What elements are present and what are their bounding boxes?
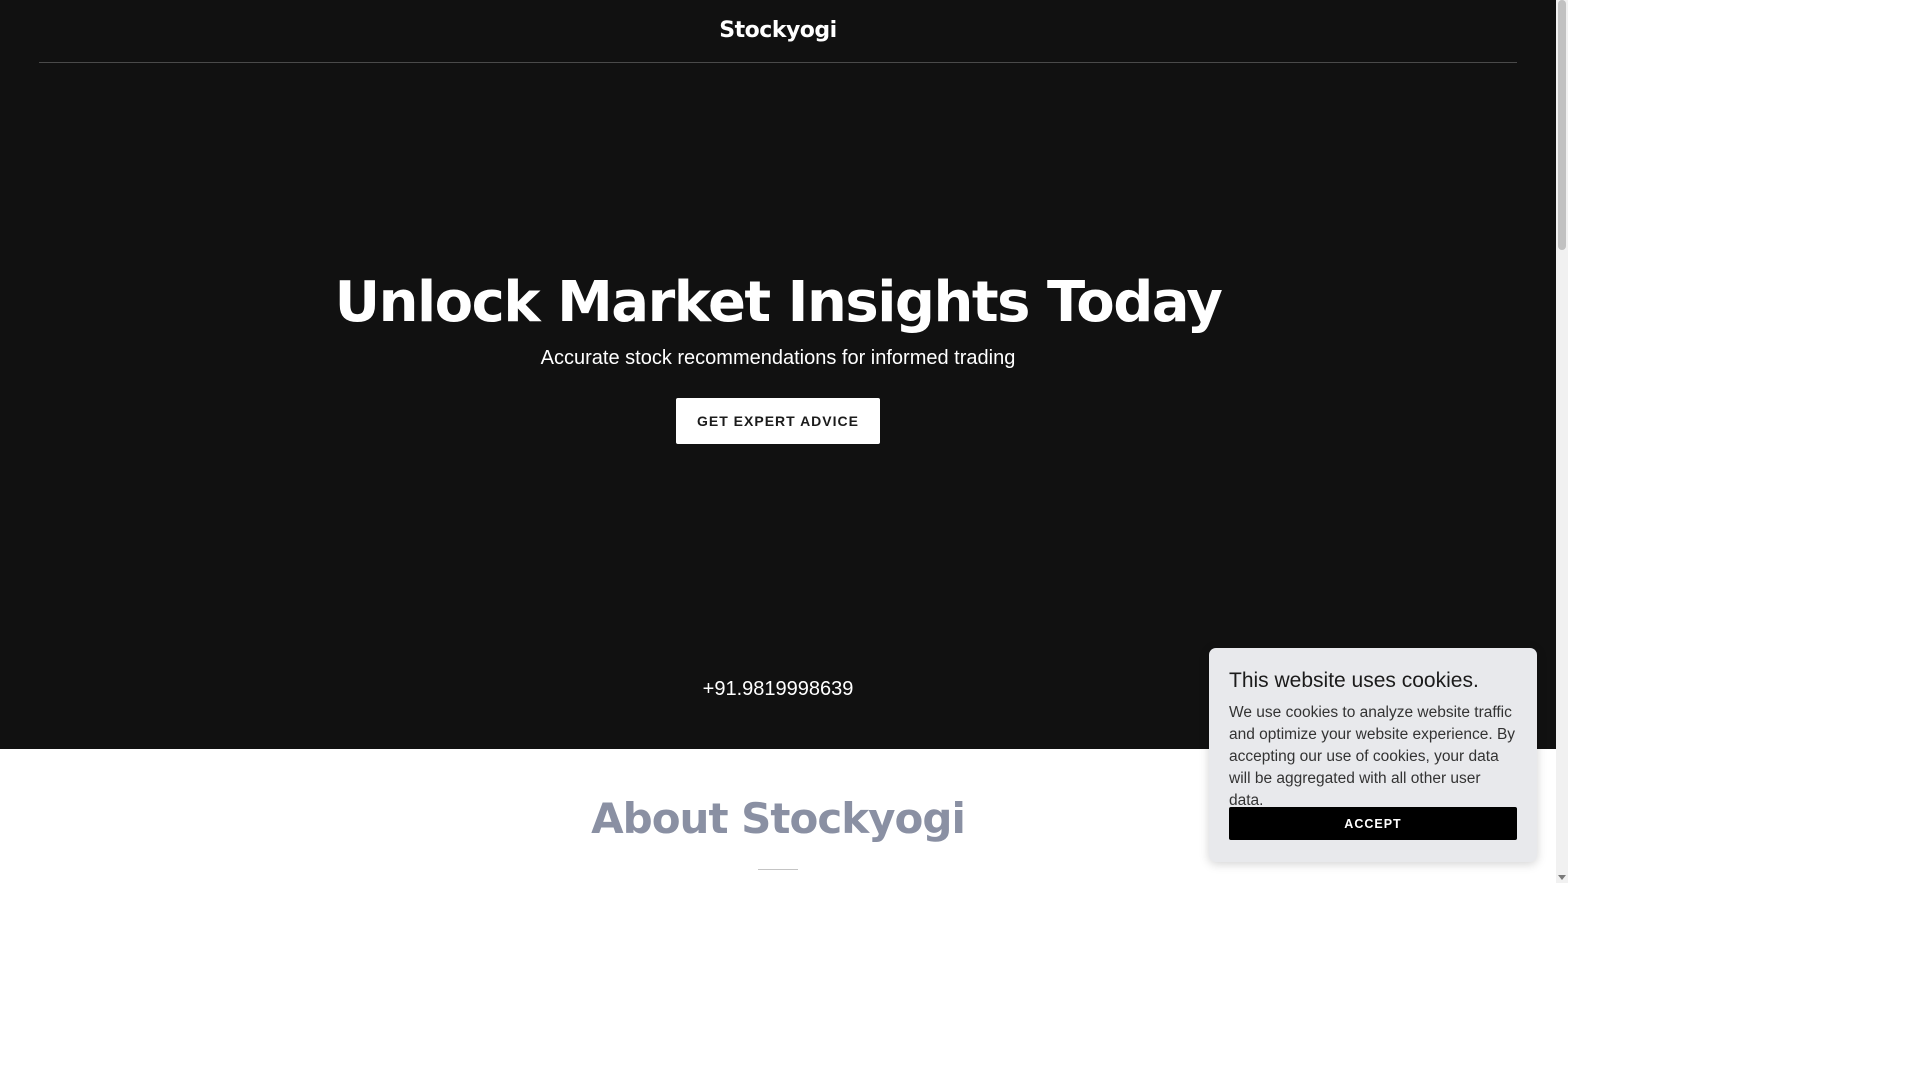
- page-scrollbar[interactable]: [1556, 0, 1568, 883]
- scroll-down-arrow-icon[interactable]: [1556, 871, 1568, 883]
- get-expert-advice-button[interactable]: GET EXPERT ADVICE: [676, 398, 880, 444]
- about-divider: [758, 869, 798, 870]
- hero-subtitle: Accurate stock recommendations for infor…: [540, 347, 1016, 369]
- cookie-banner-title: This website uses cookies.: [1229, 669, 1479, 692]
- cookie-banner: This website uses cookies. We use cookie…: [1209, 648, 1537, 862]
- accept-cookies-button[interactable]: ACCEPT: [1229, 807, 1517, 840]
- hero-title: Unlock Market Insights Today: [334, 270, 1223, 335]
- page: Stockyogi Unlock Market Insights Today A…: [0, 0, 1568, 883]
- site-header: Stockyogi: [39, 0, 1517, 63]
- hero-section: Stockyogi Unlock Market Insights Today A…: [0, 0, 1556, 749]
- scrollbar-thumb[interactable]: [1558, 0, 1566, 250]
- cookie-banner-text: We use cookies to analyze website traffi…: [1229, 704, 1516, 809]
- site-logo[interactable]: Stockyogi: [719, 18, 837, 43]
